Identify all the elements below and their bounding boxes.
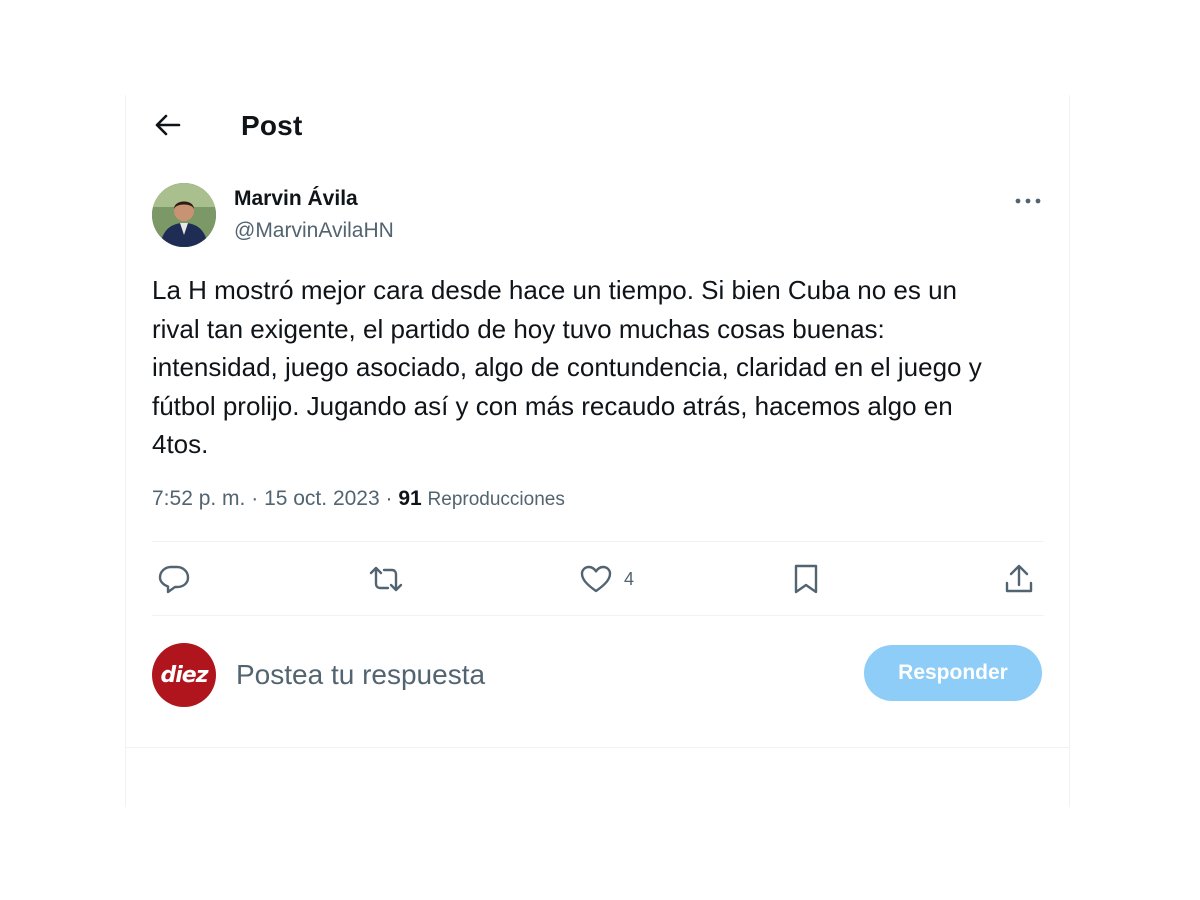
avatar-photo (152, 183, 216, 247)
divider (152, 541, 1044, 542)
reply-avatar-logo: diez (160, 662, 208, 688)
divider (152, 615, 1044, 616)
like-button[interactable]: 4 (580, 559, 634, 599)
share-icon (1005, 564, 1033, 593)
action-bar: 4 (152, 551, 1044, 607)
reply-avatar[interactable]: diez (152, 643, 216, 707)
author-handle[interactable]: @MarvinAvilaHN (234, 219, 394, 243)
heart-icon (580, 565, 612, 593)
arrow-left-icon (155, 114, 181, 136)
repost-button[interactable] (368, 559, 404, 599)
meta-separator: · (385, 487, 399, 510)
author-avatar[interactable] (152, 183, 216, 247)
bookmark-icon (794, 564, 818, 594)
post-date[interactable]: 15 oct. 2023 (264, 487, 380, 510)
author-name[interactable]: Marvin Ávila (234, 187, 358, 211)
more-options-button[interactable] (1006, 187, 1050, 215)
views-label: Reproducciones (427, 489, 565, 510)
page-title: Post (241, 110, 303, 141)
reply-submit-button[interactable]: Responder (864, 645, 1042, 701)
meta-separator: · (251, 487, 265, 510)
post-meta: 7:52 p. m. · 15 oct. 2023 · 91 Reproducc… (152, 487, 565, 511)
reply-input[interactable] (236, 650, 836, 700)
views-count: 91 (398, 487, 422, 510)
reply-button[interactable] (158, 559, 190, 599)
post-time[interactable]: 7:52 p. m. (152, 487, 245, 510)
share-button[interactable] (1004, 559, 1034, 599)
more-horizontal-icon (1015, 198, 1041, 204)
bookmark-button[interactable] (793, 559, 819, 599)
back-button[interactable] (148, 105, 188, 145)
comment-icon (158, 565, 190, 594)
post-text: La H mostró mejor cara desde hace un tie… (152, 275, 982, 459)
like-count: 4 (624, 568, 635, 589)
top-bar: Post (126, 95, 1069, 157)
repost-icon (369, 566, 403, 592)
divider (126, 747, 1069, 748)
post-panel: Post Marvin Ávila @MarvinAvilaHN La H mo… (125, 95, 1070, 807)
